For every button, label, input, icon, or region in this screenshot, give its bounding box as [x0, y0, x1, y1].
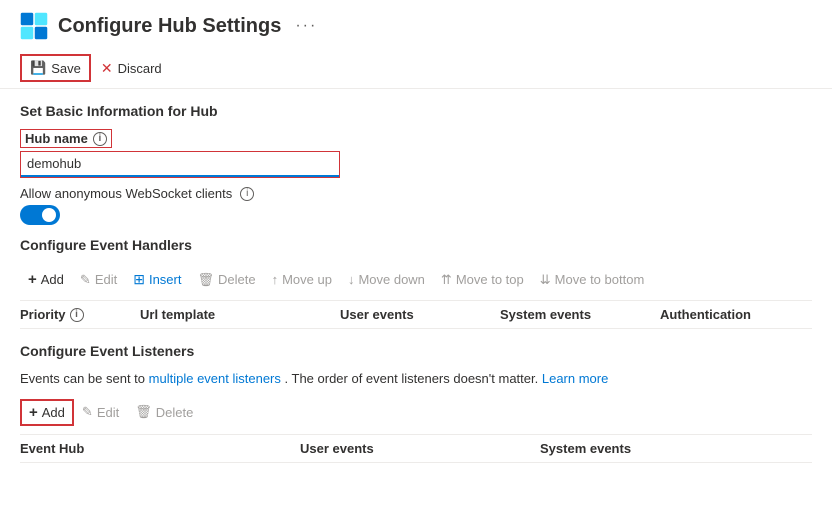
save-label: Save: [51, 61, 81, 76]
insert-icon: ⊞: [133, 271, 145, 288]
move-to-top-icon: ⇈: [441, 272, 452, 288]
eh-move-to-top-button[interactable]: ⇈ Move to top: [433, 268, 532, 292]
eh-col-priority: Priority i: [20, 307, 140, 322]
eh-move-to-top-label: Move to top: [456, 272, 524, 287]
el-edit-label: Edit: [97, 405, 119, 420]
el-add-button[interactable]: + Add: [20, 399, 74, 426]
save-button[interactable]: 💾 Save: [20, 54, 91, 82]
desc-part1: Events can be sent to: [20, 371, 145, 386]
eh-col-authentication: Authentication: [660, 307, 810, 322]
eh-col-system-events: System events: [500, 307, 660, 322]
hub-name-info-icon[interactable]: i: [93, 132, 107, 146]
desc-part2: . The order of event listeners doesn't m…: [285, 371, 539, 386]
eh-delete-label: Delete: [218, 272, 256, 287]
hub-name-label-wrapper: Hub name i: [20, 129, 112, 148]
page-title: Configure Hub Settings: [58, 15, 281, 38]
eh-col-url-template: Url template: [140, 307, 340, 322]
anonymous-websocket-row: Allow anonymous WebSocket clients i: [20, 186, 812, 201]
discard-label: Discard: [118, 61, 162, 76]
el-col-event-hub: Event Hub: [20, 441, 300, 456]
el-edit-button[interactable]: ✎ Edit: [74, 400, 127, 424]
basic-info-section: Set Basic Information for Hub Hub name i…: [0, 89, 832, 225]
multiple-listeners-link[interactable]: multiple event listeners: [149, 371, 281, 386]
eh-insert-label: Insert: [149, 272, 182, 287]
el-edit-icon: ✎: [82, 404, 93, 420]
allow-anon-info-icon[interactable]: i: [240, 187, 254, 201]
el-add-icon: +: [29, 404, 38, 421]
toggle-thumb: [42, 208, 56, 222]
eh-add-label: Add: [41, 272, 64, 287]
eh-edit-button[interactable]: ✎ Edit: [72, 268, 125, 292]
top-toolbar: 💾 Save ✕ Discard: [0, 48, 832, 89]
event-handlers-toolbar: + Add ✎ Edit ⊞ Insert 🗑 Delete ↑ Move up…: [20, 263, 812, 296]
eh-col-user-events: User events: [340, 307, 500, 322]
hub-name-label: Hub name: [25, 131, 88, 146]
eh-edit-label: Edit: [95, 272, 117, 287]
priority-info-icon[interactable]: i: [70, 308, 84, 322]
edit-icon: ✎: [80, 272, 91, 288]
hub-name-input[interactable]: [21, 152, 339, 177]
el-col-user-events: User events: [300, 441, 540, 456]
toggle-switch[interactable]: [20, 205, 60, 225]
save-icon: 💾: [30, 60, 46, 76]
eh-move-to-bottom-button[interactable]: ⇊ Move to bottom: [532, 268, 653, 292]
eh-move-to-bottom-label: Move to bottom: [555, 272, 645, 287]
el-add-label: Add: [42, 405, 65, 420]
eh-move-down-button[interactable]: ↓ Move down: [340, 268, 433, 291]
delete-icon: 🗑: [197, 272, 214, 288]
el-delete-icon: 🗑: [135, 404, 152, 420]
add-icon: +: [28, 271, 37, 288]
el-delete-button[interactable]: 🗑 Delete: [127, 400, 201, 424]
event-listeners-section: Configure Event Listeners Events can be …: [0, 329, 832, 463]
eh-move-up-label: Move up: [282, 272, 332, 287]
eh-move-up-button[interactable]: ↑ Move up: [264, 268, 340, 291]
move-down-icon: ↓: [348, 272, 355, 287]
el-col-system-events: System events: [540, 441, 740, 456]
event-listeners-table-header: Event Hub User events System events: [20, 434, 812, 463]
el-delete-label: Delete: [156, 405, 194, 420]
eh-add-button[interactable]: + Add: [20, 267, 72, 292]
move-to-bottom-icon: ⇊: [540, 272, 551, 288]
eh-insert-button[interactable]: ⊞ Insert: [125, 267, 189, 292]
learn-more-link[interactable]: Learn more: [542, 371, 608, 386]
eh-move-down-label: Move down: [358, 272, 424, 287]
event-listeners-description: Events can be sent to multiple event lis…: [20, 369, 812, 389]
eh-delete-button[interactable]: 🗑 Delete: [189, 268, 263, 292]
basic-info-title: Set Basic Information for Hub: [20, 103, 812, 119]
anonymous-websocket-label: Allow anonymous WebSocket clients: [20, 186, 232, 201]
event-handlers-title: Configure Event Handlers: [20, 237, 812, 253]
event-handlers-table-header: Priority i Url template User events Syst…: [20, 300, 812, 329]
event-listeners-toolbar: + Add ✎ Edit 🗑 Delete: [20, 399, 812, 426]
hub-name-input-wrapper: [20, 151, 340, 178]
hub-icon: [20, 12, 48, 40]
discard-button[interactable]: ✕ Discard: [91, 55, 172, 82]
discard-icon: ✕: [101, 60, 113, 77]
more-options-icon[interactable]: ···: [295, 17, 317, 35]
page-header: Configure Hub Settings ···: [0, 0, 832, 48]
event-handlers-section: Configure Event Handlers + Add ✎ Edit ⊞ …: [0, 225, 832, 329]
move-up-icon: ↑: [272, 272, 279, 287]
event-listeners-title: Configure Event Listeners: [20, 343, 812, 359]
